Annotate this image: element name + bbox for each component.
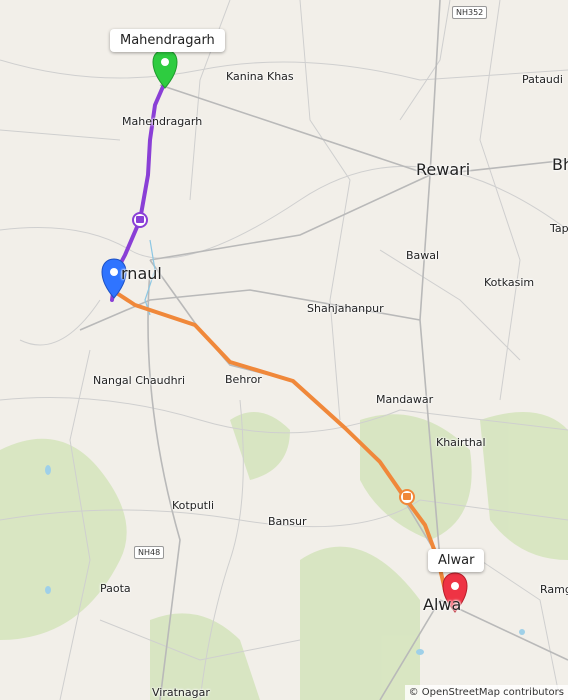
road-shield-nh48: NH48 [134,546,165,559]
town-label-kotkasim: Kotkasim [484,276,535,289]
town-label-tap: Tap [550,222,568,235]
town-label-nangal-chaudhri: Nangal Chaudhri [93,374,186,387]
town-label-bansur: Bansur [268,515,307,528]
map-attribution[interactable]: © OpenStreetMap contributors [404,685,568,700]
origin-callout[interactable]: Mahendragarh [110,29,225,52]
town-label-bawal: Bawal [406,249,440,262]
town-label-alwar: Alwa [423,595,462,614]
town-label-bh: Bh [552,155,568,174]
town-label-narnaul: rnaul [121,264,162,283]
town-label-kanina-khas: Kanina Khas [226,70,294,83]
town-label-khairthal: Khairthal [436,436,486,449]
town-label-mandawar: Mandawar [376,393,434,406]
town-label-pataudi: Pataudi [522,73,563,86]
town-label-kotputli: Kotputli [172,499,215,512]
destination-callout[interactable]: Alwar [428,549,485,572]
town-label-mahendragarh: Mahendragarh [122,115,203,128]
start-marker-pin-icon[interactable] [152,49,178,89]
map-canvas[interactable]: NH352 NH48 Kanina Khas Pataudi Mahendrag… [0,0,568,700]
map-base-layer [0,0,568,700]
road-shield-nh352: NH352 [452,6,488,19]
town-label-ramg: Ramg [540,583,568,596]
route-bus-icon [132,212,148,228]
town-label-viratnagar: Viratnagar [152,686,210,699]
town-label-paota: Paota [100,582,131,595]
route-bus-icon-2 [399,489,415,505]
town-label-shahjahanpur: Shahjahanpur [307,302,384,315]
town-label-behror: Behror [225,373,262,386]
town-label-rewari: Rewari [416,160,471,179]
